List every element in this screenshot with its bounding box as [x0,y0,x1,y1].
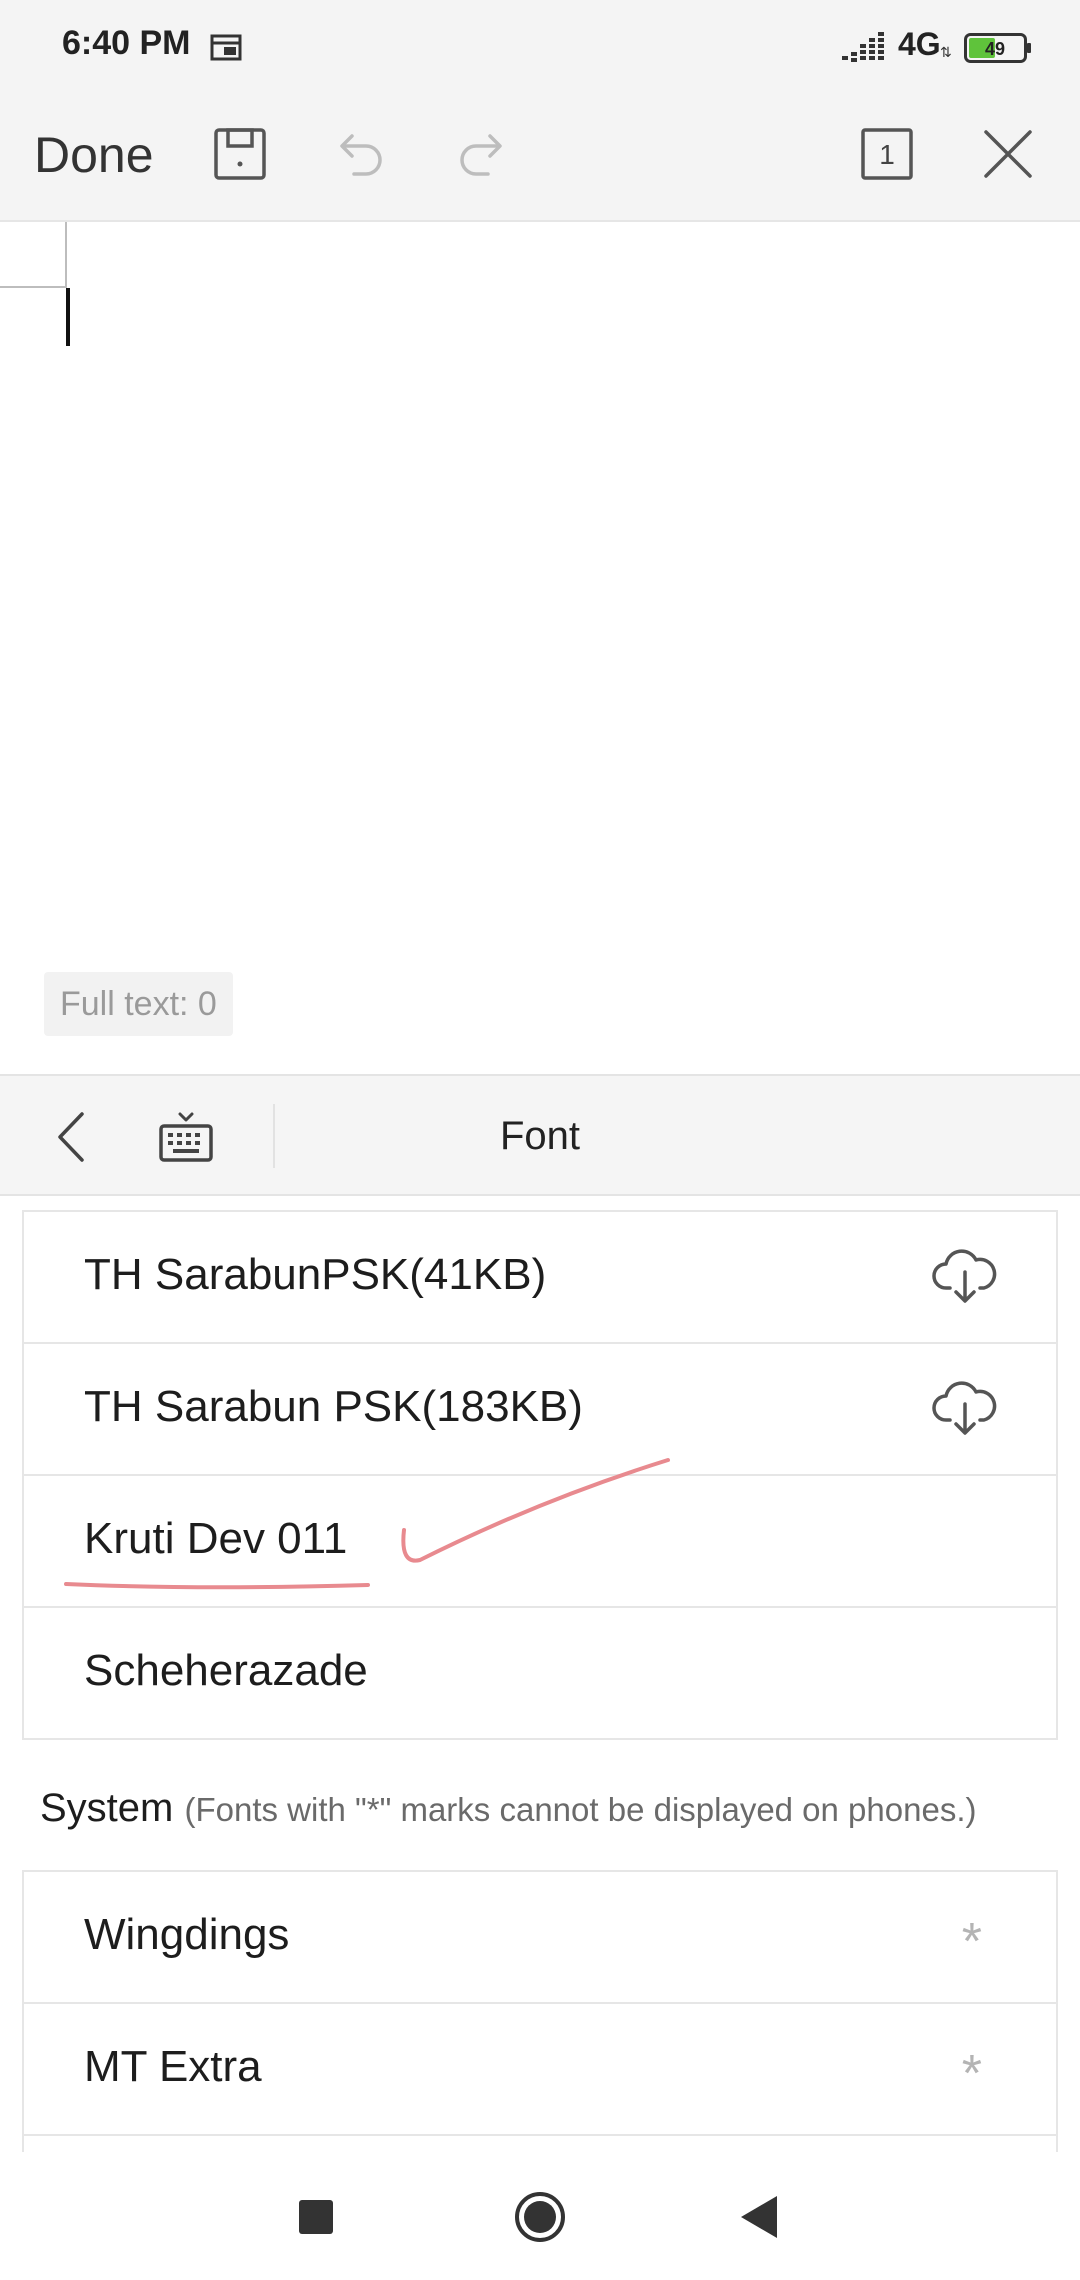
unsupported-mark: * [961,1913,982,1971]
font-item-label: Wingdings [84,1910,290,1959]
status-time: 6:40 PM [62,24,191,62]
network-type: 4G [898,26,941,62]
status-bar: 6:40 PM 4G ⇅ 49 [0,0,1080,96]
cloud-font-list: TH SarabunPSK(41KB) TH Sarabun PSK(183KB… [22,1210,1058,1740]
battery-icon: 49 [964,33,1031,63]
page-icon[interactable]: 1 [857,124,917,184]
navigation-bar [0,2152,1080,2280]
calendar-icon [210,34,242,61]
data-activity-icon: ⇅ [940,44,952,60]
font-item-label: Kruti Dev 011 [84,1514,348,1563]
text-cursor [66,288,70,346]
font-item-label: TH Sarabun PSK(183KB) [84,1382,583,1431]
editor-toolbar: Done 1 [0,96,1080,222]
font-item-wingdings[interactable]: Wingdings * [24,1872,1056,2004]
font-panel-header: Font [0,1074,1080,1196]
font-item-th-sarabunpsk[interactable]: TH SarabunPSK(41KB) [24,1212,1056,1344]
system-section-title: System [40,1786,174,1830]
system-section-header: System (Fonts with "*" marks cannot be d… [40,1786,976,1831]
page-count: 1 [879,139,895,170]
undo-icon[interactable] [330,124,390,184]
document-canvas[interactable]: Full text: 0 [0,222,1080,1074]
cloud-download-icon[interactable] [932,1248,998,1306]
system-font-list: Wingdings * MT Extra * [22,1870,1058,2152]
font-item-th-sarabun-psk[interactable]: TH Sarabun PSK(183KB) [24,1344,1056,1476]
font-item-label: MT Extra [84,2042,262,2091]
font-item-kruti-dev[interactable]: Kruti Dev 011 [24,1476,1056,1608]
done-button[interactable]: Done [34,126,154,184]
battery-level-text: 49 [985,39,1005,59]
font-item-label: Scheherazade [84,1646,368,1695]
font-item-scheherazade[interactable]: Scheherazade [24,1608,1056,1740]
redo-icon[interactable] [452,124,512,184]
font-item-mt-extra[interactable]: MT Extra * [24,2004,1056,2136]
recents-icon[interactable] [281,2182,351,2252]
full-text-count: Full text: 0 [44,972,233,1036]
cloud-download-icon[interactable] [932,1380,998,1438]
unsupported-mark: * [961,2045,982,2103]
signal-icon [842,32,884,62]
margin-mark-vertical [65,222,67,288]
margin-mark-horizontal [0,286,66,288]
font-panel-title: Font [499,1114,581,1158]
system-section-note: (Fonts with "*" marks cannot be displaye… [184,1791,977,1828]
back-nav-icon[interactable] [725,2182,795,2252]
close-icon[interactable] [978,124,1038,184]
font-item-label: TH SarabunPSK(41KB) [84,1250,547,1299]
home-icon[interactable] [505,2182,575,2252]
save-icon[interactable] [210,124,270,184]
